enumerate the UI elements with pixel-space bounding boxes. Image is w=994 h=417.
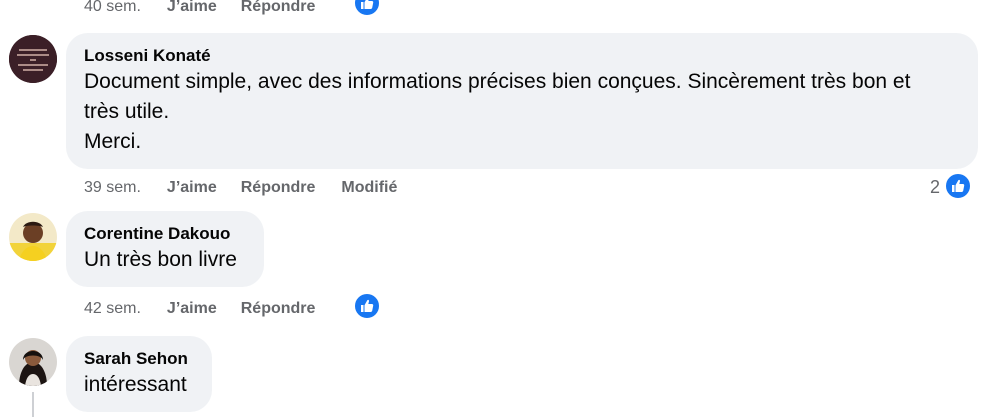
- reply-button[interactable]: Répondre: [241, 0, 316, 16]
- reply-button[interactable]: Répondre: [241, 300, 316, 318]
- comment-text: intéressant: [84, 373, 187, 396]
- reply-thread-line: [32, 392, 34, 417]
- comment-meta-row: 42 sem. J’aime Répondre: [84, 297, 341, 321]
- comment-author[interactable]: Losseni Konaté: [84, 45, 960, 67]
- edited-label: Modifié: [341, 179, 398, 196]
- avatar[interactable]: [9, 338, 57, 386]
- comment-bubble: Losseni Konaté Document simple, avec des…: [66, 33, 978, 169]
- text-image-avatar: [9, 35, 57, 83]
- avatar[interactable]: [9, 35, 57, 83]
- like-button[interactable]: J’aime: [167, 179, 217, 197]
- reaction-count[interactable]: 2: [930, 177, 940, 198]
- comment-author[interactable]: Sarah Sehon: [84, 348, 194, 370]
- comment-meta-row: 40 sem. J’aime Répondre: [84, 0, 341, 19]
- comments-panel: 40 sem. J’aime Répondre Losseni Konaté D…: [0, 0, 994, 417]
- profile-photo-avatar: [9, 213, 57, 261]
- thumbs-up-icon[interactable]: [353, 0, 381, 17]
- thumbs-up-icon[interactable]: [353, 292, 381, 320]
- comment-text: Document simple, avec des informations p…: [84, 70, 911, 153]
- comment-timestamp[interactable]: 42 sem.: [84, 300, 141, 318]
- comment-author[interactable]: Corentine Dakouo: [84, 223, 246, 245]
- comment-meta-row: 39 sem. J’aime Répondre Modifié: [84, 176, 397, 200]
- like-button[interactable]: J’aime: [167, 300, 217, 318]
- comment-bubble: Corentine Dakouo Un très bon livre: [66, 211, 264, 287]
- profile-photo-avatar: [9, 338, 57, 386]
- comment-bubble: Sarah Sehon intéressant: [66, 336, 212, 412]
- like-button[interactable]: J’aime: [167, 0, 217, 16]
- comment-timestamp[interactable]: 39 sem.: [84, 179, 141, 197]
- comment-timestamp[interactable]: 40 sem.: [84, 0, 141, 16]
- thumbs-up-icon[interactable]: [944, 172, 972, 200]
- comment-text: Un très bon livre: [84, 248, 237, 271]
- reply-button[interactable]: Répondre: [241, 179, 316, 197]
- avatar[interactable]: [9, 213, 57, 261]
